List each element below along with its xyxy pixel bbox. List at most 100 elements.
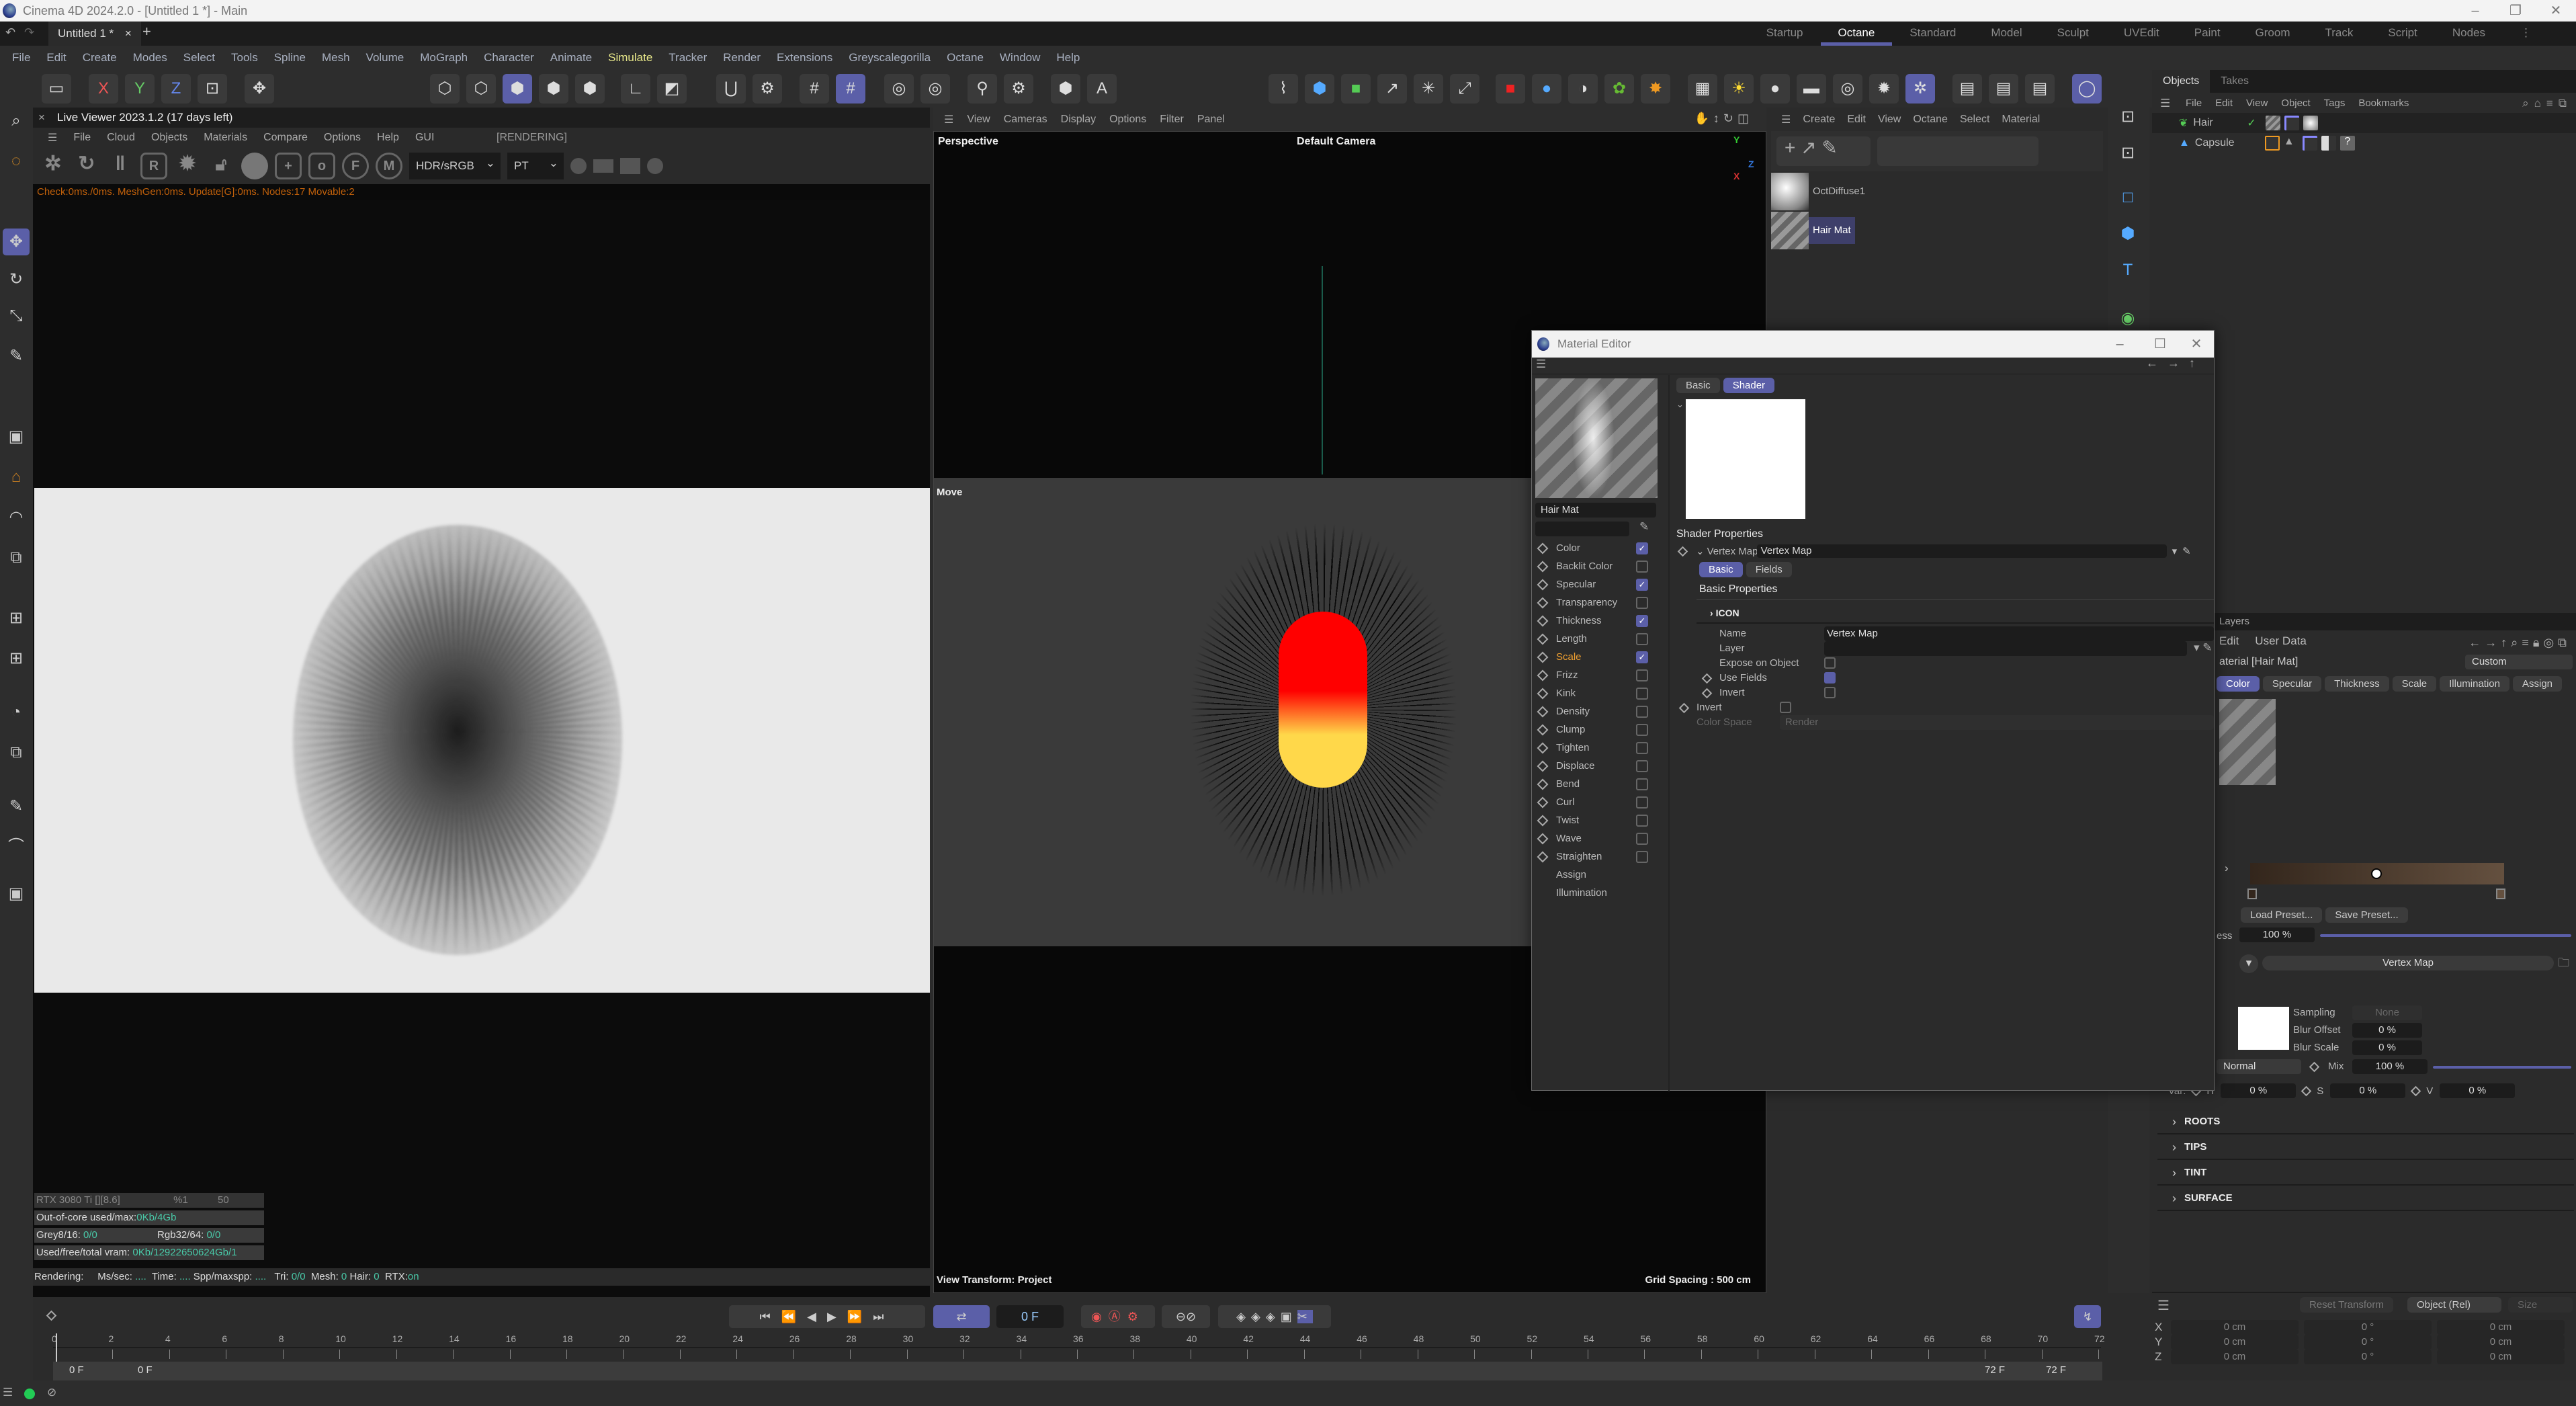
section-roots[interactable]: ROOTS [2157, 1109, 2574, 1134]
edges-mode-icon[interactable]: ⬡ [466, 74, 496, 104]
keyframe-icon[interactable] [46, 1310, 57, 1321]
channel-checkbox[interactable] [1636, 832, 1648, 845]
menu-modes[interactable]: Modes [125, 51, 175, 65]
menu-greyscalegorilla[interactable]: Greyscalegorilla [841, 51, 939, 65]
icon-section[interactable]: › ICON [1710, 608, 1740, 618]
clay-mode-icon[interactable]: o [308, 153, 335, 179]
keyframe-icon[interactable] [1537, 760, 1549, 772]
material-menu-material[interactable]: Material [1995, 114, 2046, 126]
coordinate-rot-field[interactable]: 0 ° [2304, 1335, 2432, 1350]
octane-material-icon[interactable]: ● [1760, 74, 1790, 104]
viewport-menu-view[interactable]: View [960, 114, 996, 126]
section-surface[interactable]: SURFACE [2157, 1186, 2574, 1211]
keyframe-icon[interactable] [1537, 833, 1549, 844]
gradient-stop-end[interactable] [2496, 888, 2505, 899]
layers-tab[interactable]: Layers [2219, 616, 2249, 627]
close-button[interactable]: ✕ [2536, 0, 2576, 22]
h-field[interactable]: 0 % [2221, 1083, 2296, 1098]
pause-render-icon[interactable]: ‖ [107, 153, 134, 179]
material-menu-edit[interactable]: Edit [1841, 114, 1872, 126]
channel-assign[interactable]: Assign [1532, 866, 1666, 884]
section-tips[interactable]: TIPS [2157, 1134, 2574, 1160]
text-icon[interactable]: A [1087, 74, 1117, 104]
channel-checkbox[interactable]: ✓ [1636, 578, 1648, 591]
material-picker-icon[interactable]: M [376, 153, 402, 179]
undo-icon[interactable]: ↶ [5, 26, 15, 40]
hamburger-menu-icon[interactable]: ☰ [1775, 113, 1797, 126]
render-tool-icon[interactable]: ▣ [3, 880, 30, 907]
selection-tool-icon[interactable]: ◌ [3, 148, 30, 175]
vertex-map-tag-icon[interactable] [2264, 136, 2280, 151]
restart-render-icon[interactable]: ↻ [73, 153, 100, 179]
keyframe-icon[interactable] [1537, 688, 1549, 699]
keyframe-icon[interactable] [2410, 1085, 2421, 1096]
octane-sun-icon[interactable]: ☀ [1724, 74, 1754, 104]
menu-tracker[interactable]: Tracker [660, 51, 715, 65]
redo-icon[interactable]: ↷ [24, 26, 34, 40]
live-viewer-menu-options[interactable]: Options [316, 132, 369, 144]
channel-kink[interactable]: Kink [1532, 684, 1666, 702]
cube-primitive-icon[interactable]: ⬢ [2114, 220, 2141, 247]
shader-expand-button[interactable]: ▾ [2239, 954, 2258, 973]
channel-clump[interactable]: Clump [1532, 720, 1666, 739]
live-viewer-menu-gui[interactable]: GUI [407, 132, 442, 144]
tab-assign[interactable]: Assign [2513, 676, 2563, 692]
coordinate-mode-select[interactable]: Object (Rel) [2407, 1297, 2501, 1313]
keyframe-icon[interactable] [1537, 633, 1549, 645]
coordinate-pos-field[interactable]: 0 cm [2171, 1335, 2299, 1350]
phong-tag-icon[interactable]: ▲ [2284, 136, 2299, 151]
menu-octane[interactable]: Octane [939, 51, 992, 65]
coordinate-pos-field[interactable]: 0 cm [2171, 1350, 2299, 1364]
move-tool-icon[interactable]: ✥ [245, 74, 274, 104]
preset-select[interactable]: Custom [2465, 655, 2573, 669]
name-field[interactable]: Vertex Map [1824, 626, 2214, 641]
dropdown-icon[interactable]: ▾ [2172, 545, 2178, 557]
channel-transparency[interactable]: Transparency [1532, 593, 1666, 612]
deformer-icon[interactable]: ↗ [1377, 74, 1407, 104]
color-mode-select[interactable]: HDR/sRGB [409, 150, 501, 179]
tab-color[interactable]: Color [2217, 676, 2260, 692]
channel-backlit-color[interactable]: Backlit Color [1532, 557, 1666, 575]
layout-tab-uvedit[interactable]: UVEdit [2106, 22, 2177, 46]
selection-tag-icon[interactable] [2302, 136, 2317, 151]
channel-checkbox[interactable] [1636, 741, 1648, 754]
object-menu-view[interactable]: View [2239, 97, 2274, 109]
object-menu-object[interactable]: Object [2274, 97, 2317, 109]
tab-thickness[interactable]: Thickness [2325, 676, 2389, 692]
object-menu-file[interactable]: File [2179, 97, 2208, 109]
menu-select[interactable]: Select [175, 51, 223, 65]
menu-window[interactable]: Window [992, 51, 1048, 65]
hamburger-menu-icon[interactable]: ☰ [937, 113, 960, 126]
octane-light-icon[interactable]: ● [1532, 74, 1561, 104]
snap-settings-icon[interactable]: ⚙ [753, 74, 782, 104]
octane-camera-icon[interactable]: ■ [1496, 74, 1525, 104]
channel-checkbox[interactable]: ✓ [1636, 614, 1648, 627]
menu-extensions[interactable]: Extensions [769, 51, 841, 65]
color-space-select[interactable]: Render [1780, 715, 2214, 730]
polygons-mode-icon[interactable]: ⬢ [503, 74, 532, 104]
octane-area-light-icon[interactable]: ▬ [1797, 74, 1826, 104]
material-preview-icon[interactable] [241, 153, 268, 179]
menu-edit[interactable]: Edit [38, 51, 74, 65]
channel-checkbox[interactable] [1636, 560, 1648, 573]
spline-icon[interactable]: ⌇ [1269, 74, 1298, 104]
attribute-menu-user-data[interactable]: User Data [2255, 634, 2307, 648]
channel-density[interactable]: Density [1532, 702, 1666, 720]
viewport-nav-icons[interactable]: ✋↕↻◫ [1694, 112, 1753, 126]
gradient-stop-start[interactable] [2247, 888, 2257, 899]
compare-icon[interactable] [593, 159, 613, 173]
workplane-icon[interactable]: ◩ [657, 74, 687, 104]
live-viewer-close-icon[interactable]: × [38, 108, 45, 128]
channel-tighten[interactable]: Tighten [1532, 739, 1666, 757]
interactive-render-icon[interactable]: ◯ [2072, 74, 2102, 104]
expand-gradient-icon[interactable]: › [2225, 862, 2229, 875]
nav-arrows[interactable]: ←→↑ [2146, 356, 2204, 370]
channel-straighten[interactable]: Straighten [1532, 847, 1666, 866]
channel-checkbox[interactable] [1636, 759, 1648, 772]
sampling-select[interactable]: None [2352, 1005, 2422, 1020]
keyframe-icon[interactable] [1537, 669, 1549, 681]
render-active-view-icon[interactable]: ▤ [2025, 74, 2055, 104]
menu-create[interactable]: Create [75, 51, 125, 65]
octane-gear-icon[interactable]: ✹ [1869, 74, 1899, 104]
eyedropper-icon[interactable]: ✎ [2182, 545, 2191, 557]
